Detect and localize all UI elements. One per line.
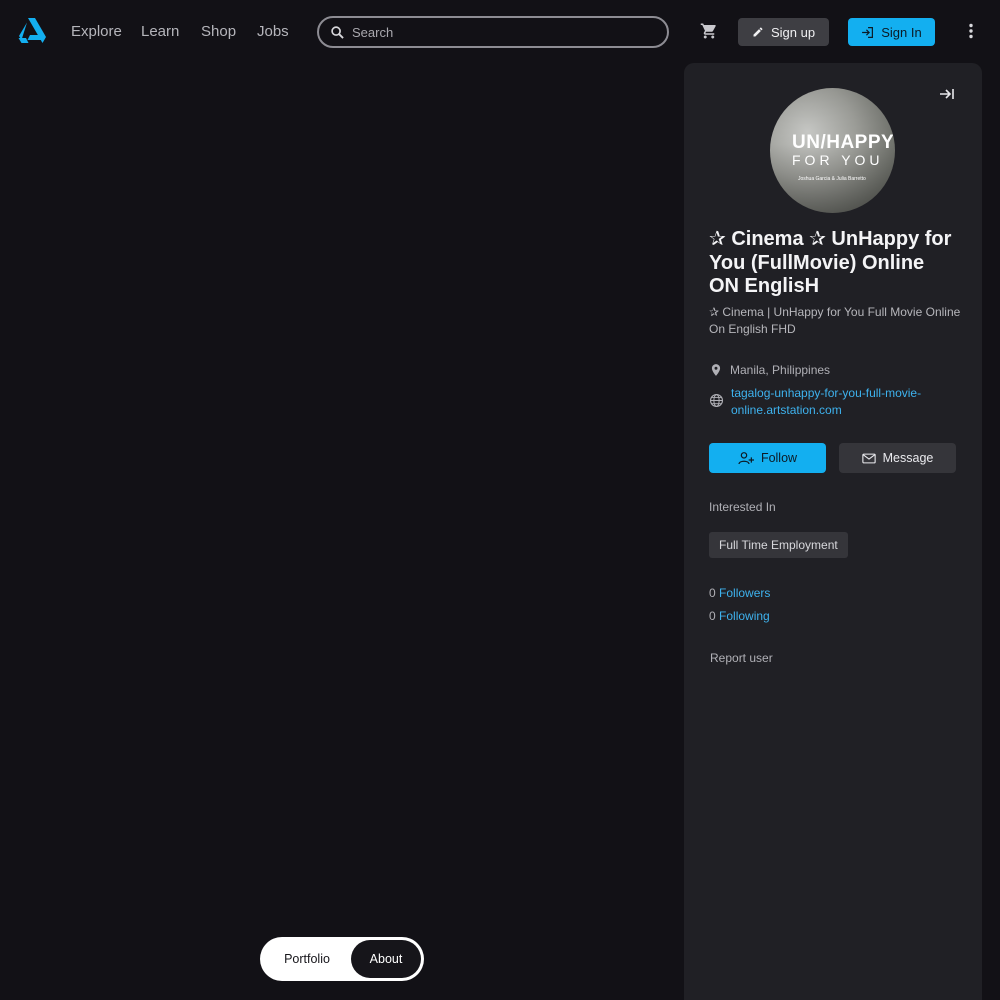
login-icon: [862, 26, 874, 38]
interest-chip: Full Time Employment: [709, 532, 848, 558]
nav-learn[interactable]: Learn: [141, 22, 179, 42]
sign-in-label: Sign In: [881, 24, 922, 40]
sign-up-button[interactable]: Sign up: [738, 18, 829, 46]
more-options-icon[interactable]: [962, 22, 980, 40]
nav-shop[interactable]: Shop: [201, 22, 236, 42]
globe-icon: [710, 394, 723, 407]
profile-name: ✰ Cinema ✰ UnHappy for You (FullMovie) O…: [709, 228, 952, 297]
message-button[interactable]: Message: [839, 443, 956, 473]
cart-icon[interactable]: [700, 22, 718, 40]
top-navigation: Explore Learn Shop Jobs Sign up Sign In: [0, 0, 1000, 63]
interested-in-heading: Interested In: [709, 500, 776, 514]
tab-about[interactable]: About: [351, 940, 421, 978]
search-input[interactable]: [352, 24, 652, 40]
location-pin-icon: [711, 364, 721, 376]
artstation-logo-icon[interactable]: [18, 18, 46, 44]
website-row: tagalog-unhappy-for-you-full-movie-onlin…: [709, 385, 946, 418]
report-user-link[interactable]: Report user: [710, 651, 773, 665]
view-toggle: Portfolio About: [260, 937, 424, 981]
profile-panel: UN/HAPPY FOR YOU Joshua Garcia & Julia B…: [684, 63, 982, 1000]
avatar-title-line1: UN/HAPPY: [792, 132, 895, 153]
sign-in-button[interactable]: Sign In: [848, 18, 935, 46]
following-count: 0: [709, 609, 716, 623]
add-person-icon: [738, 452, 754, 465]
pencil-icon: [753, 27, 763, 37]
followers-link[interactable]: Followers: [719, 586, 770, 600]
avatar[interactable]: UN/HAPPY FOR YOU Joshua Garcia & Julia B…: [770, 88, 895, 213]
location-text: Manila, Philippines: [730, 363, 831, 377]
search-icon: [331, 25, 344, 39]
envelope-icon: [861, 453, 876, 463]
following-link[interactable]: Following: [719, 609, 770, 623]
followers-count: 0: [709, 586, 716, 600]
message-label: Message: [882, 451, 934, 465]
website-link[interactable]: tagalog-unhappy-for-you-full-movie-onlin…: [731, 385, 946, 418]
nav-jobs[interactable]: Jobs: [257, 22, 289, 42]
following-stat: 0 Following: [709, 609, 770, 623]
followers-stat: 0 Followers: [709, 586, 770, 600]
follow-button[interactable]: Follow: [709, 443, 826, 473]
search-bar[interactable]: [317, 16, 669, 48]
nav-explore[interactable]: Explore: [71, 22, 122, 42]
sign-up-label: Sign up: [770, 24, 816, 40]
avatar-title-line2: FOR YOU: [792, 152, 884, 168]
location-row: Manila, Philippines: [709, 362, 830, 379]
avatar-credit: Joshua Garcia & Julia Barretto: [798, 176, 866, 182]
tab-portfolio[interactable]: Portfolio: [263, 940, 351, 978]
follow-label: Follow: [760, 451, 798, 465]
collapse-panel-icon[interactable]: [939, 87, 955, 101]
profile-headline: ✰ Cinema | UnHappy for You Full Movie On…: [709, 305, 961, 336]
